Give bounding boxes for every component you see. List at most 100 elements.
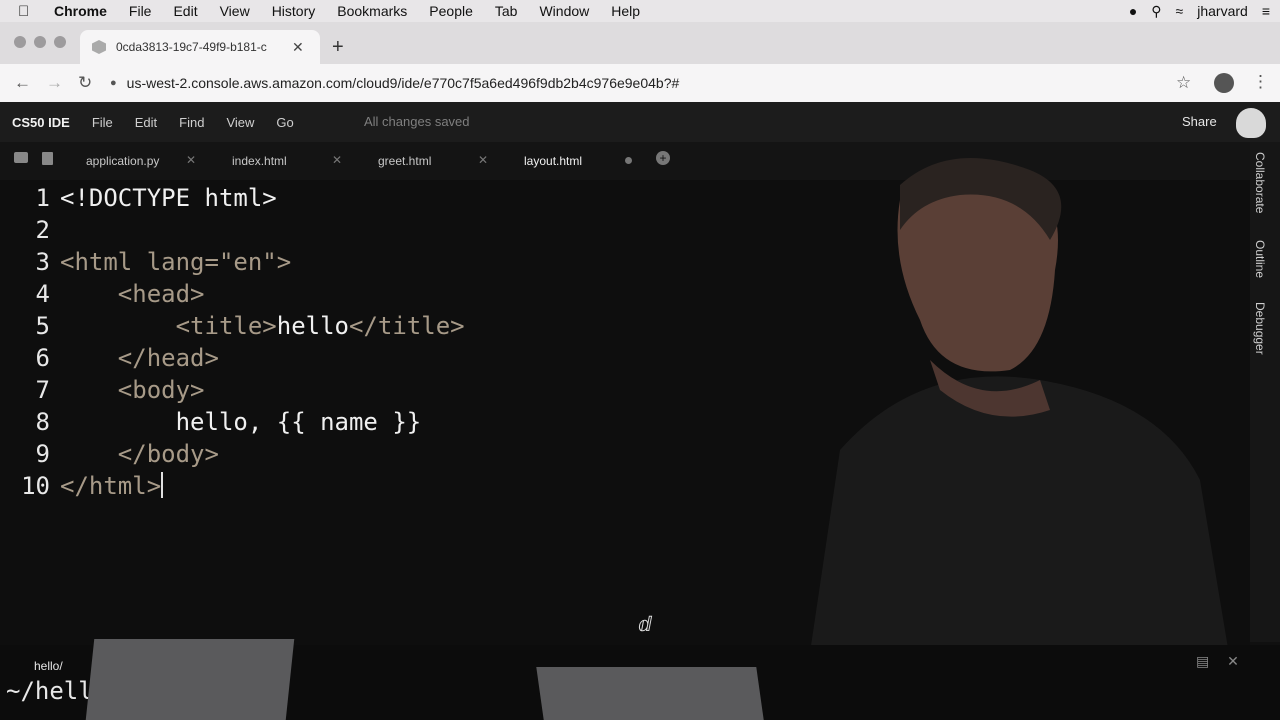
share-button[interactable]: Share [1182,114,1217,129]
ide-brand: CS50 IDE [12,114,70,130]
maximize-icon[interactable]: ▤ [1196,653,1209,669]
code-line: 8 hello, {{ name }} [0,406,760,438]
ide-menu-go[interactable]: Go [276,115,293,130]
editor-tab-layout-html[interactable]: layout.html [524,154,582,168]
line-number: 4 [35,280,50,308]
code-line: 2 [0,214,760,246]
creative-cloud-icon[interactable]: ● [1129,3,1137,19]
menu-file[interactable]: File [129,3,152,19]
menu-edit[interactable]: Edit [173,3,197,19]
menubar-status-area: ● ⚲ ≈ jharvard ≡ [1129,0,1270,22]
wifi-icon[interactable]: ≈ [1176,3,1184,19]
reload-icon[interactable]: ↻ [78,73,92,93]
line-number: 7 [35,376,50,404]
close-icon[interactable]: ✕ [186,153,196,167]
ide-menu-view[interactable]: View [226,115,254,130]
code-line: 1 <!DOCTYPE html> [0,182,760,214]
text-caret [161,472,164,498]
close-icon[interactable]: ✕ [1227,653,1239,669]
new-tab-button[interactable]: + [332,36,344,59]
code-text: <html lang="en"> [60,248,292,276]
browser-toolbar: ← → ↻ ● us-west-2.console.aws.amazon.com… [0,64,1280,102]
editor-tab-index-html[interactable]: index.html [232,154,287,168]
code-text: </body> [117,440,219,468]
code-line: 5 <title>hello</title> [0,310,760,342]
lock-icon[interactable]: ● [110,77,117,89]
url-text: us-west-2.console.aws.amazon.com/cloud9/… [126,75,680,91]
code-line: 7 <body> [0,374,760,406]
user-menu[interactable]: jharvard [1197,3,1248,19]
ide-menu-edit[interactable]: Edit [135,115,157,130]
code-text: <head> [117,280,205,308]
laptop-right [536,667,764,720]
code-line: 9 </body> [0,438,760,470]
line-number: 8 [35,408,50,436]
profile-avatar[interactable] [1214,73,1234,93]
folder-icon[interactable] [14,152,28,163]
side-panel: Collaborate Outline Debugger [1250,142,1280,642]
apple-icon[interactable]:  [18,3,36,20]
ide-menubar: CS50 IDE File Edit Find View Go All chan… [0,102,1280,142]
unsaved-dot-icon[interactable] [625,157,632,164]
laptop-left [85,639,295,720]
browser-tab-strip: 0cda3813-19c7-49f9-b181-c ✕ + [0,22,1280,65]
tab-favicon-icon [92,40,106,54]
code-text: hello, {{ name }} [60,408,422,436]
minimize-window-button[interactable] [34,36,46,48]
terminal-tab[interactable]: hello/ [34,659,63,673]
code-text: <body> [117,376,205,404]
menu-tab[interactable]: Tab [495,3,518,19]
line-number: 5 [35,312,50,340]
code-line: 3 <html lang="en"> [0,246,760,278]
terminal-controls: ▤ ✕ [1196,653,1239,670]
save-status: All changes saved [364,114,470,129]
line-number: 1 [35,184,50,212]
code-line: 6 </head> [0,342,760,374]
panel-collaborate[interactable]: Collaborate [1253,152,1267,213]
code-line: 10 </html> [0,470,760,502]
code-text: <!DOCTYPE html> [60,184,277,212]
menu-window[interactable]: Window [539,3,589,19]
zoom-window-button[interactable] [54,36,66,48]
close-icon[interactable]: ✕ [292,39,304,56]
terminal-panel[interactable]: hello/ ~/hell ▤ ✕ [0,639,1280,720]
terminal-prompt: ~/hell [6,677,93,705]
line-number: 3 [35,248,50,276]
star-icon[interactable]: ☆ [1176,73,1191,93]
menu-view[interactable]: View [220,3,250,19]
panel-outline[interactable]: Outline [1253,240,1267,278]
code-text: <title>hello</title> [175,312,465,340]
line-number: 9 [35,440,50,468]
menu-bookmarks[interactable]: Bookmarks [337,3,407,19]
file-icon[interactable] [42,152,53,165]
tab-title: 0cda3813-19c7-49f9-b181-c [116,40,267,54]
panel-debugger[interactable]: Debugger [1253,302,1267,355]
more-menu-icon[interactable]: ⋮ [1252,72,1269,92]
notification-list-icon[interactable]: ≡ [1262,3,1270,19]
ide-menu-file[interactable]: File [92,115,113,130]
speaker-video-overlay [800,158,1240,720]
add-tab-icon[interactable]: + [656,151,670,165]
browser-tab[interactable]: 0cda3813-19c7-49f9-b181-c ✕ [80,30,320,64]
editor-tab-application-py[interactable]: application.py [86,154,159,168]
code-line: 4 <head> [0,278,760,310]
code-text: </html> [60,472,164,500]
menu-history[interactable]: History [272,3,316,19]
duck-logo-icon [1236,108,1266,138]
search-icon[interactable]: ⚲ [1151,3,1161,20]
code-text: </head> [117,344,219,372]
line-number: 6 [35,344,50,372]
ide-menu-find[interactable]: Find [179,115,204,130]
line-number: 2 [35,216,50,244]
menu-help[interactable]: Help [611,3,640,19]
close-icon[interactable]: ✕ [332,153,342,167]
editor-tab-greet-html[interactable]: greet.html [378,154,431,168]
line-number: 10 [21,472,50,500]
menu-people[interactable]: People [429,3,473,19]
forward-arrow-icon[interactable]: → [46,73,63,93]
app-menu-chrome[interactable]: Chrome [54,3,107,19]
back-arrow-icon[interactable]: ← [14,73,31,93]
address-bar[interactable]: ● us-west-2.console.aws.amazon.com/cloud… [110,69,1200,97]
close-window-button[interactable] [14,36,26,48]
close-icon[interactable]: ✕ [478,153,488,167]
